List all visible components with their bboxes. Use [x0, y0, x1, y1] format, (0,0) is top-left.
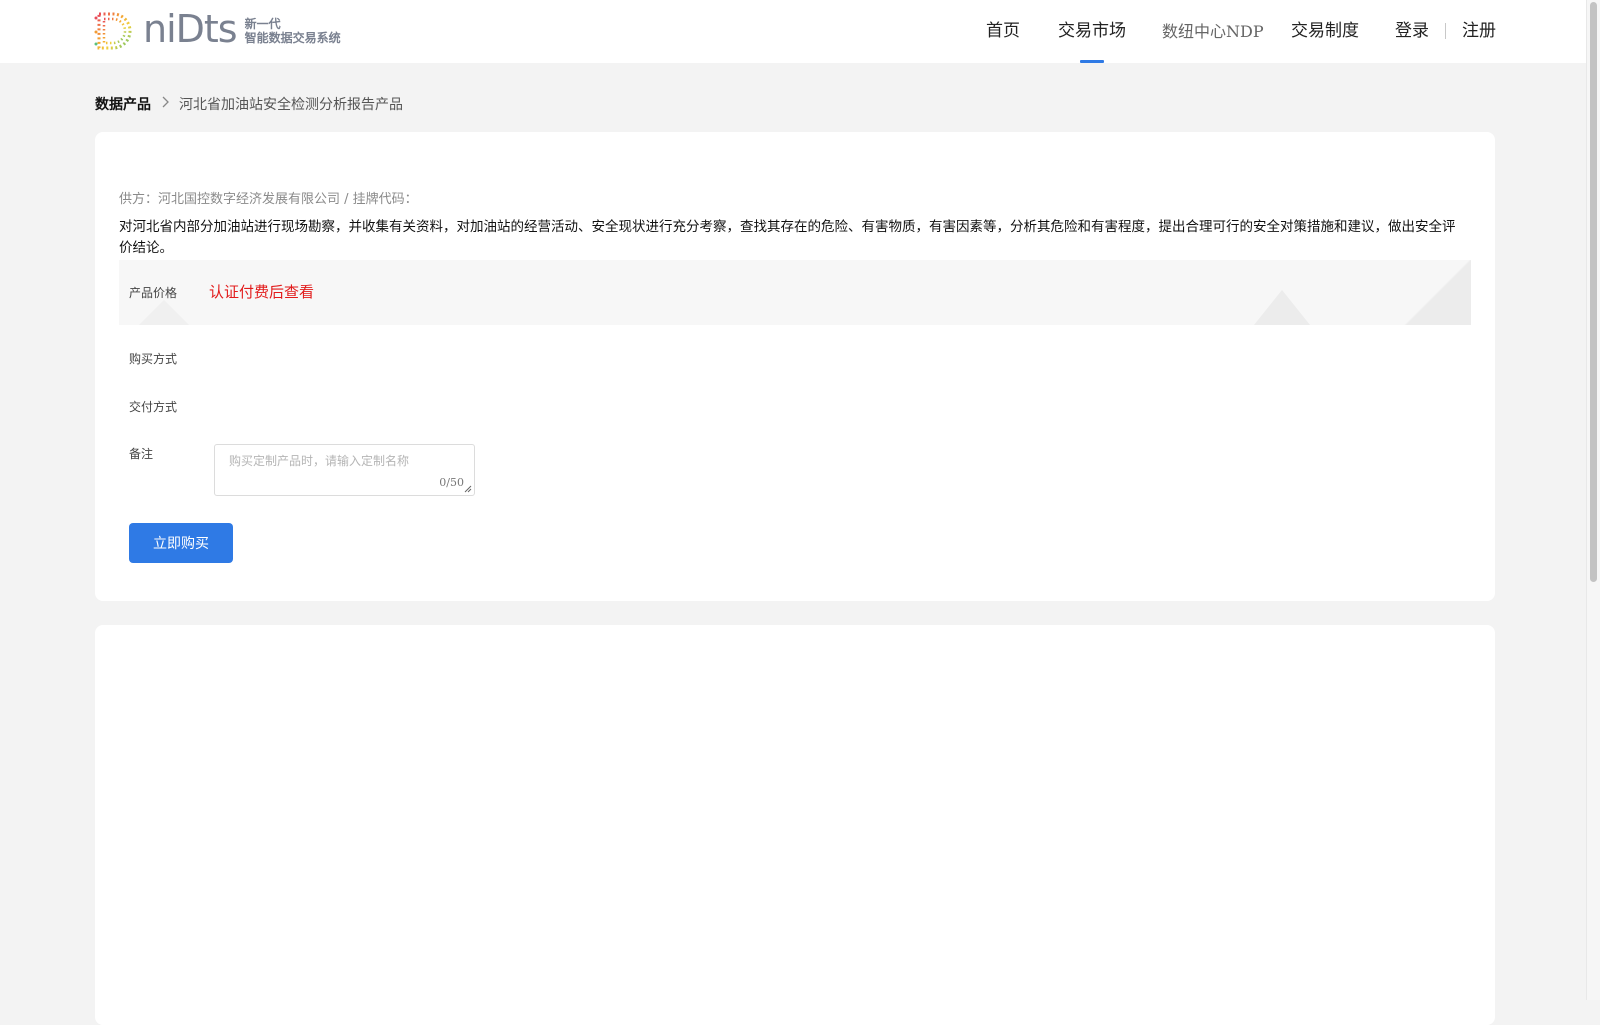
- remark-label: 备注: [129, 447, 154, 461]
- resize-grip-icon[interactable]: [464, 485, 472, 493]
- decorative-shape: [1399, 260, 1471, 325]
- logo-d-icon: [93, 10, 141, 52]
- logo-wordmark: niDts: [143, 7, 238, 51]
- detail-card: [95, 625, 1495, 1025]
- logo-subtitle-line1: 新一代: [244, 17, 281, 31]
- price-value: 认证付费后查看: [209, 283, 315, 301]
- product-description: 对河北省内部分加油站进行现场勘察，并收集有关资料，对加油站的经营活动、安全现状进…: [119, 219, 1456, 256]
- breadcrumb-root[interactable]: 数据产品: [95, 94, 151, 114]
- login-link[interactable]: 登录: [1395, 0, 1429, 63]
- nav-ndp-center[interactable]: 数纽中心NDP: [1162, 0, 1264, 63]
- chevron-right-icon: [161, 96, 169, 112]
- decorative-shape: [1254, 290, 1310, 325]
- breadcrumb-current: 河北省加油站安全检测分析报告产品: [179, 97, 403, 113]
- nav-home[interactable]: 首页: [986, 0, 1020, 63]
- price-label: 产品价格: [129, 286, 178, 300]
- delivery-method-label: 交付方式: [129, 400, 178, 414]
- product-card: 供方：河北国控数字经济发展有限公司 / 挂牌代码： 对河北省内部分加油站进行现场…: [95, 132, 1495, 601]
- page-scrollbar[interactable]: [1586, 0, 1600, 1000]
- price-row: 产品价格 认证付费后查看: [119, 260, 1471, 325]
- logo-subtitle-line2: 智能数据交易系统: [244, 31, 341, 45]
- top-header: niDts 新一代 智能数据交易系统 首页 交易市场 数纽中心NDP 交易制度 …: [0, 0, 1600, 63]
- supplier-line: 供方：河北国控数字经济发展有限公司 / 挂牌代码：: [119, 192, 418, 207]
- remark-input[interactable]: [215, 445, 474, 495]
- remark-field: 0/50: [214, 444, 475, 496]
- register-link[interactable]: 注册: [1462, 0, 1496, 63]
- nav-trading-rules[interactable]: 交易制度: [1291, 0, 1359, 63]
- breadcrumb: 数据产品 河北省加油站安全检测分析报告产品: [95, 94, 403, 114]
- nav-divider: [1445, 23, 1446, 39]
- remark-char-counter: 0/50: [439, 476, 464, 489]
- scrollbar-thumb[interactable]: [1590, 2, 1597, 582]
- nav-active-indicator: [1080, 60, 1104, 63]
- purchase-method-label: 购买方式: [129, 352, 178, 366]
- logo-subtitle: 新一代 智能数据交易系统: [245, 17, 341, 45]
- decorative-shape: [139, 300, 189, 325]
- nav-trading-market[interactable]: 交易市场: [1058, 0, 1126, 63]
- buy-now-button[interactable]: 立即购买: [129, 523, 233, 563]
- logo[interactable]: niDts 新一代 智能数据交易系统: [93, 7, 341, 52]
